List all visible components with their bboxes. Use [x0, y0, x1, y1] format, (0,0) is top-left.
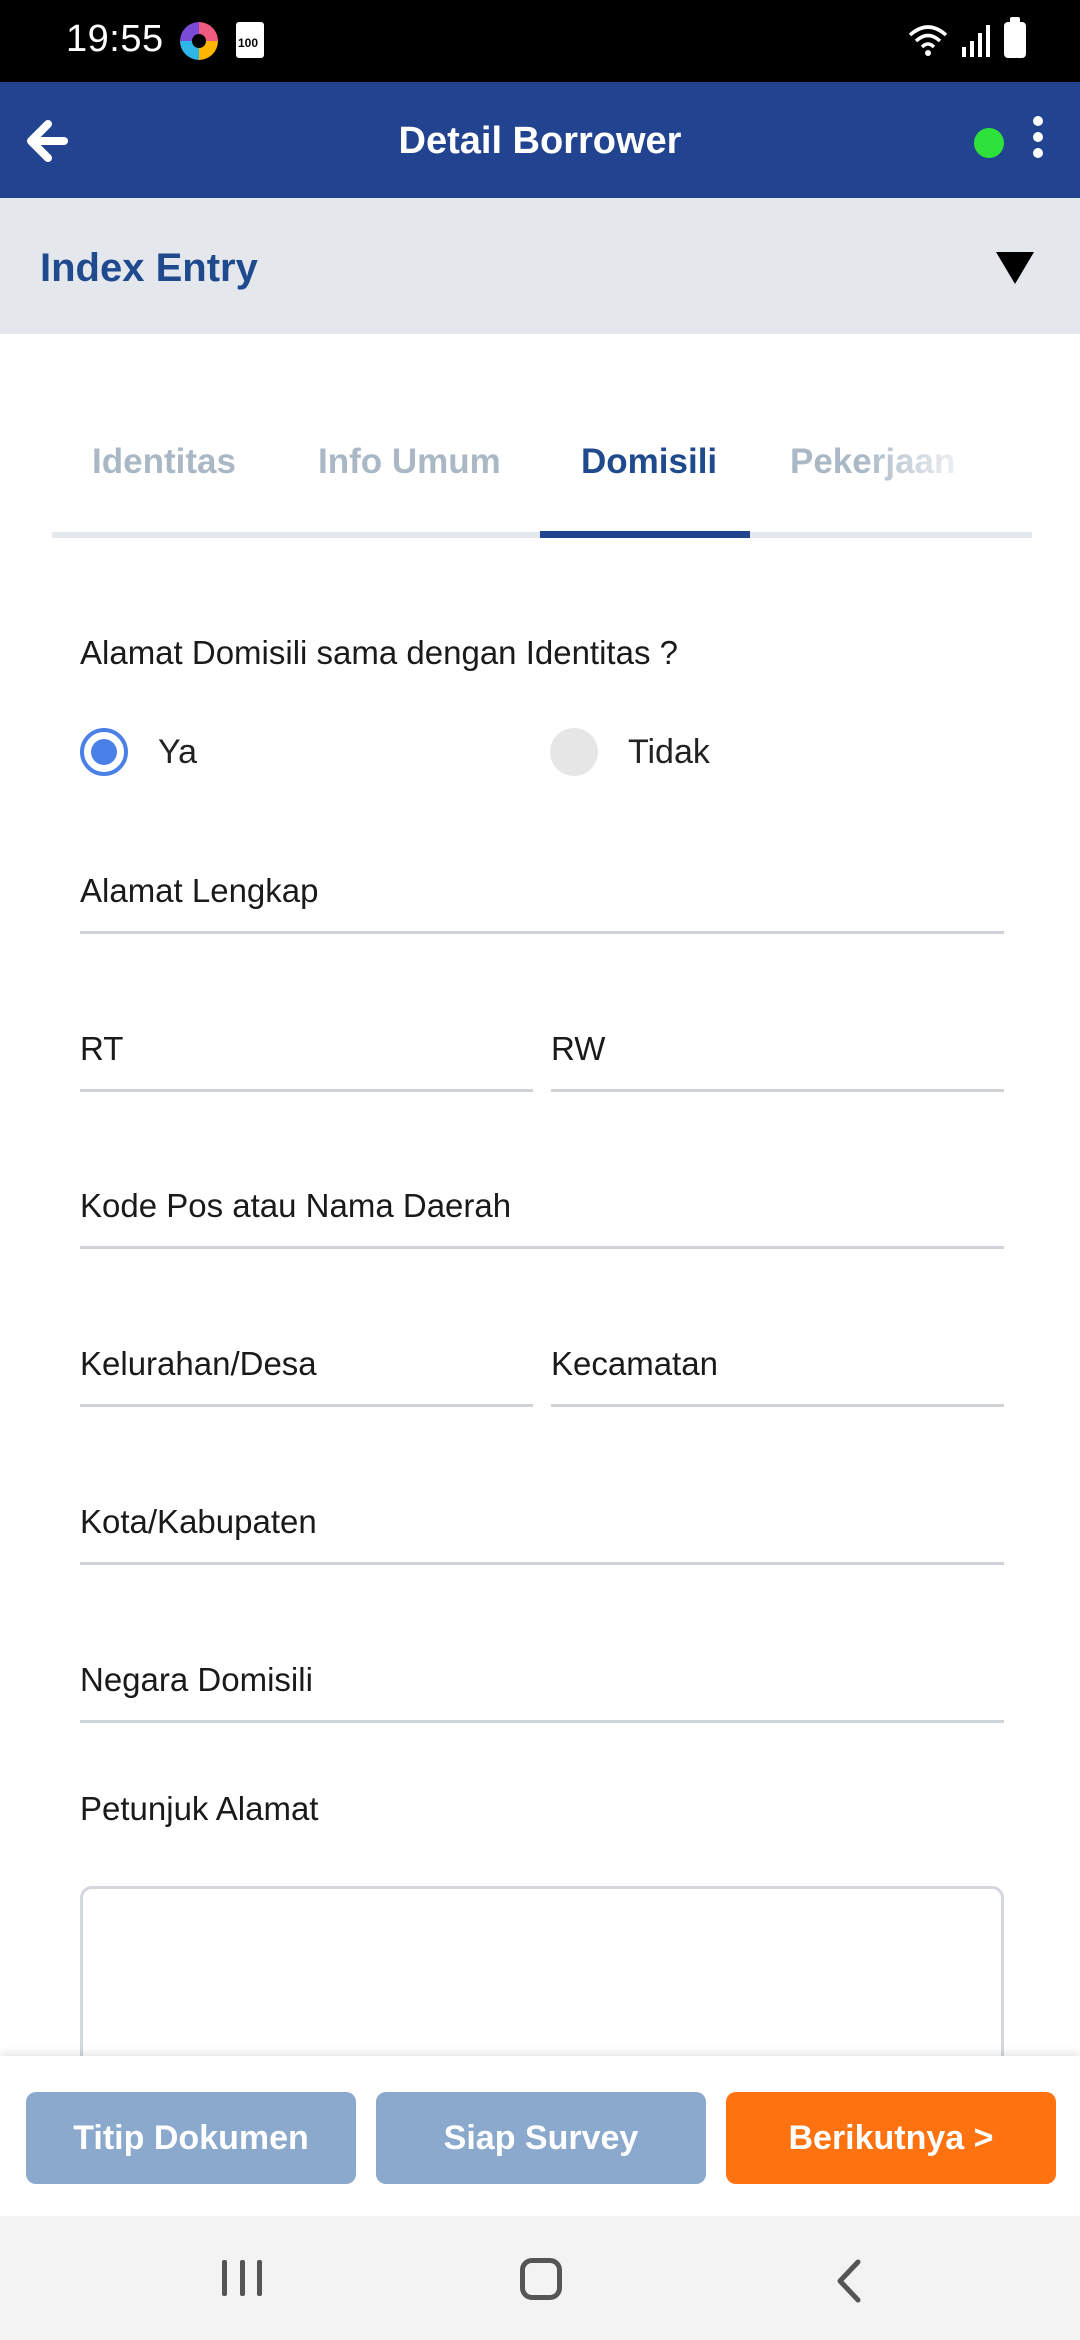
action-bar: Titip Dokumen Siap Survey Berikutnya > — [0, 2056, 1080, 2216]
app-header: Detail Borrower — [0, 82, 1080, 198]
sd-card-icon: 100 — [236, 22, 264, 58]
radio-tidak-label: Tidak — [628, 732, 710, 771]
dropdown-caret-icon[interactable] — [996, 252, 1034, 284]
online-status-indicator — [974, 128, 1004, 158]
radio-ya-label: Ya — [158, 732, 198, 771]
berikutnya-button[interactable]: Berikutnya > — [726, 2092, 1056, 2184]
kecamatan-field[interactable]: Kecamatan — [551, 1311, 1004, 1407]
kecamatan-label: Kecamatan — [551, 1345, 718, 1382]
same-address-question: Alamat Domisili sama dengan Identitas ? — [80, 634, 678, 671]
home-icon[interactable] — [520, 2258, 562, 2300]
system-back-icon[interactable] — [830, 2256, 870, 2306]
radio-checked-icon[interactable] — [80, 728, 128, 776]
radio-tidak[interactable]: Tidak — [550, 726, 710, 778]
signal-icon — [962, 25, 990, 57]
kota-label: Kota/Kabupaten — [80, 1503, 317, 1540]
rt-label: RT — [80, 1030, 124, 1067]
petunjuk-alamat-label: Petunjuk Alamat — [80, 1790, 319, 1827]
active-tab-indicator — [540, 531, 750, 538]
wifi-icon — [908, 25, 948, 56]
status-time: 19:55 — [66, 18, 164, 60]
page-title: Detail Borrower — [398, 120, 682, 162]
rw-label: RW — [551, 1030, 606, 1067]
rt-field[interactable]: RT — [80, 996, 533, 1092]
battery-icon — [1004, 17, 1026, 58]
app-notification-icon — [180, 22, 218, 60]
tab-fade-overlay — [862, 430, 982, 520]
kode-pos-field[interactable]: Kode Pos atau Nama Daerah — [80, 1153, 1004, 1249]
alamat-lengkap-field[interactable]: Alamat Lengkap — [80, 838, 1004, 934]
alamat-lengkap-label: Alamat Lengkap — [80, 872, 319, 909]
radio-ya[interactable]: Ya — [80, 726, 197, 778]
index-entry-section[interactable]: Index Entry — [0, 198, 1080, 334]
radio-unchecked-icon[interactable] — [550, 728, 598, 776]
tab-domisili[interactable]: Domisili — [581, 442, 717, 482]
kode-pos-label: Kode Pos atau Nama Daerah — [80, 1187, 512, 1224]
siap-survey-button[interactable]: Siap Survey — [376, 2092, 706, 2184]
negara-domisili-field[interactable]: Negara Domisili — [80, 1627, 1004, 1723]
status-icons — [908, 17, 1026, 60]
status-bar: 19:55 100 — [0, 0, 1080, 82]
system-nav-bar — [0, 2216, 1080, 2340]
tab-info-umum[interactable]: Info Umum — [318, 442, 501, 482]
rw-field[interactable]: RW — [551, 996, 1004, 1092]
titip-dokumen-button[interactable]: Titip Dokumen — [26, 2092, 356, 2184]
recent-apps-icon[interactable] — [222, 2260, 262, 2296]
more-options-icon[interactable] — [1026, 112, 1050, 168]
sd-card-label: 100 — [238, 36, 259, 50]
kota-field[interactable]: Kota/Kabupaten — [80, 1469, 1004, 1565]
tab-bar: Identitas Info Umum Domisili Pekerjaan — [52, 430, 1032, 538]
index-entry-title: Index Entry — [40, 246, 258, 290]
kelurahan-label: Kelurahan/Desa — [80, 1345, 317, 1382]
kelurahan-field[interactable]: Kelurahan/Desa — [80, 1311, 533, 1407]
negara-domisili-label: Negara Domisili — [80, 1661, 313, 1698]
tab-identitas[interactable]: Identitas — [92, 442, 236, 482]
